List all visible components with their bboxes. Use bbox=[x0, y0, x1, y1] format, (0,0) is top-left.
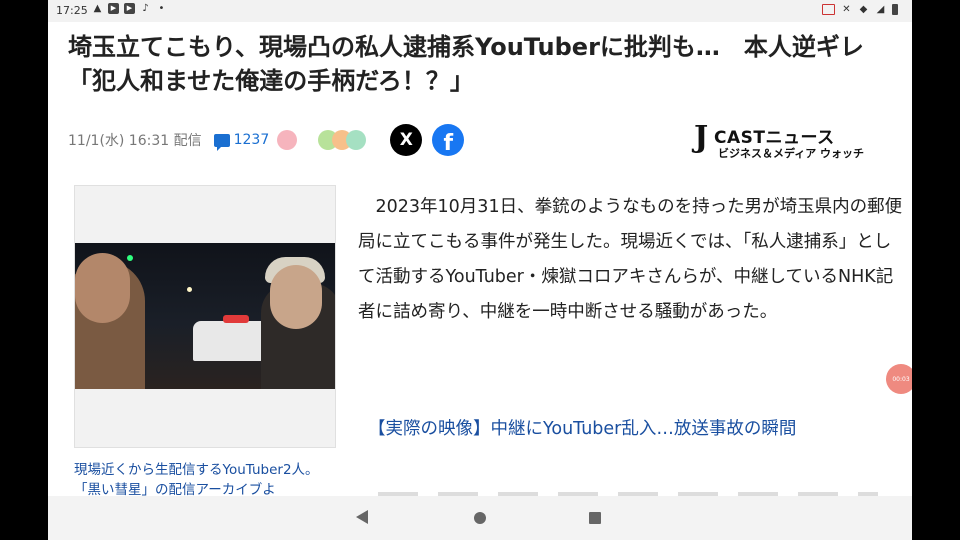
comment-icon bbox=[213, 133, 230, 151]
reaction-group[interactable] bbox=[313, 130, 367, 150]
home-icon[interactable] bbox=[474, 512, 486, 524]
logo-j: J bbox=[694, 120, 709, 155]
comments-link[interactable]: 1237 bbox=[213, 132, 270, 151]
police-siren bbox=[223, 315, 249, 323]
signal-icon: ◢ bbox=[876, 4, 885, 15]
article-body: 2023年10月31日、拳銃のようなものを持った男が埼玉県内の郵便局に立てこもる… bbox=[358, 197, 903, 322]
notification-icons: ▲ ▶ ▶ ♪ • bbox=[92, 3, 167, 14]
smile-emoji-icon bbox=[346, 130, 367, 150]
facebook-logo-icon: f bbox=[443, 131, 454, 156]
street-light bbox=[187, 287, 192, 292]
status-bar: 17:25 ▲ ▶ ▶ ♪ • ✕ ◆ ◢ bbox=[48, 0, 912, 22]
more-dot-icon: • bbox=[158, 3, 165, 14]
tiktok-icon: ♪ bbox=[142, 3, 149, 14]
publish-date: 11/1(水) 16:31 配信 bbox=[68, 133, 202, 149]
publisher-logo[interactable]: J CASTニュース ビジネス＆メディア ウォッチ bbox=[694, 120, 894, 164]
cast-icon bbox=[822, 4, 835, 15]
article-title: 埼玉立てこもり、現場凸の私人逮捕系YouTuberに批判も… 本人逆ギレ「犯人和… bbox=[68, 33, 864, 95]
back-icon[interactable] bbox=[356, 510, 368, 524]
article-meta: 11/1(水) 16:31 配信 1237 X f bbox=[68, 124, 465, 156]
related-video-link[interactable]: 【実際の映像】中継にYouTuber乱入…放送事故の瞬間 bbox=[368, 415, 796, 440]
wifi-icon: ◆ bbox=[859, 4, 868, 15]
recent-apps-icon[interactable] bbox=[589, 512, 601, 524]
x-share-button[interactable]: X bbox=[390, 124, 423, 156]
recording-timer-bubble[interactable]: 00:03 bbox=[886, 364, 912, 394]
reaction-emoji-icon[interactable] bbox=[277, 130, 298, 150]
system-icons: ✕ ◆ ◢ bbox=[822, 4, 898, 15]
article-photo-frame[interactable] bbox=[74, 185, 336, 448]
warning-icon: ▲ bbox=[93, 3, 102, 14]
person-left-head bbox=[75, 253, 130, 323]
status-time: 17:25 bbox=[56, 4, 88, 17]
person-right-head bbox=[270, 265, 322, 329]
mute-icon: ✕ bbox=[842, 4, 851, 15]
street-light bbox=[127, 255, 133, 261]
youtube-icon: ▶ bbox=[124, 3, 135, 14]
comment-count: 1237 bbox=[233, 132, 270, 148]
logo-sub-text: ビジネス＆メディア ウォッチ bbox=[718, 147, 865, 160]
x-logo-icon: X bbox=[399, 130, 413, 150]
youtube-icon: ▶ bbox=[108, 3, 119, 14]
battery-icon bbox=[892, 4, 898, 15]
article-photo bbox=[75, 243, 335, 389]
navigation-bar bbox=[48, 496, 912, 540]
photo-caption[interactable]: 現場近くから生配信するYouTuber2人。「黒い彗星」の配信アーカイブよ bbox=[74, 460, 336, 500]
facebook-share-button[interactable]: f bbox=[432, 124, 465, 156]
phone-screen: 17:25 ▲ ▶ ▶ ♪ • ✕ ◆ ◢ 埼玉立てこもり、現場凸の私人逮捕系Y… bbox=[48, 0, 912, 540]
